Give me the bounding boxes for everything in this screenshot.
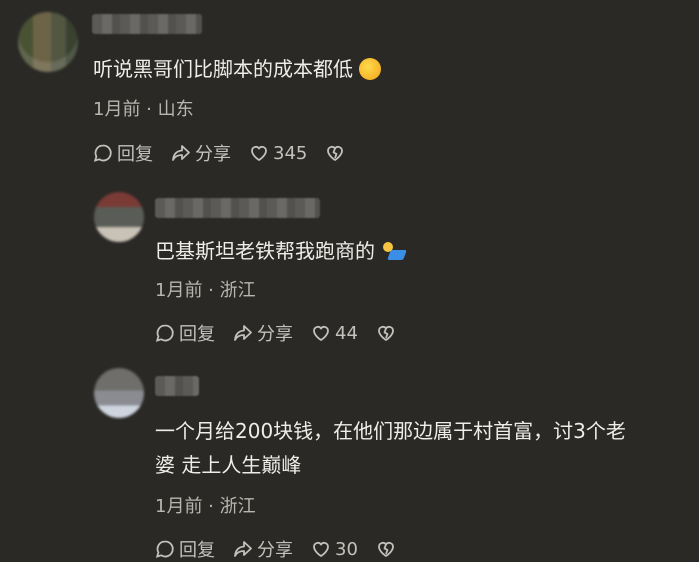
comment-text: 听说黑哥们比脚本的成本都低 [93, 52, 381, 86]
reply-button[interactable]: 回复 [155, 536, 215, 562]
reply-label: 回复 [117, 144, 153, 165]
share-arrow-icon [234, 541, 252, 557]
avatar[interactable] [94, 192, 144, 242]
username-blurred[interactable] [155, 198, 320, 218]
reply-button[interactable]: 回复 [93, 140, 153, 166]
like-count: 345 [273, 142, 308, 164]
broken-heart-icon [378, 325, 394, 341]
like-button[interactable]: 44 [311, 323, 358, 344]
share-label: 分享 [195, 144, 231, 165]
comment-text-line: 婆 走上人生巅峰 [155, 453, 302, 477]
reply-button[interactable]: 回复 [155, 320, 215, 346]
comment-text-content: 听说黑哥们比脚本的成本都低 [93, 57, 353, 81]
thinking-face-emoji-icon [359, 57, 381, 80]
avatar[interactable] [94, 368, 144, 418]
dislike-button[interactable] [376, 323, 400, 343]
like-count: 44 [335, 322, 358, 344]
comment-text-content: 巴基斯坦老铁帮我跑商的 [155, 239, 375, 263]
comment-bubble-icon [155, 540, 174, 558]
broken-heart-icon [327, 145, 344, 161]
share-button[interactable]: 分享 [171, 140, 231, 166]
like-count: 30 [335, 538, 358, 560]
comment-meta: 1月前 · 山东 [93, 99, 194, 120]
share-label: 分享 [257, 324, 293, 345]
heart-icon [251, 145, 267, 162]
like-button[interactable]: 345 [249, 143, 307, 164]
comment-actions: 回复 分享 30 [155, 536, 418, 562]
comment-actions: 回复 分享 345 [93, 140, 367, 166]
running-person-emoji-icon [381, 240, 405, 262]
like-button[interactable]: 30 [311, 539, 358, 560]
comment-text: 一个月给200块钱，在他们那边属于村首富，讨3个老 婆 走上人生巅峰 [155, 414, 626, 482]
share-label: 分享 [257, 540, 293, 561]
broken-heart-icon [378, 541, 394, 557]
comment-meta: 1月前 · 浙江 [155, 280, 256, 301]
comment-actions: 回复 分享 44 [155, 320, 418, 346]
reply-label: 回复 [179, 540, 215, 561]
dislike-button[interactable] [376, 539, 400, 559]
comment-bubble-icon [155, 324, 174, 342]
username-blurred[interactable] [155, 376, 199, 396]
share-button[interactable]: 分享 [233, 320, 293, 346]
comment-meta: 1月前 · 浙江 [155, 496, 256, 517]
username-blurred[interactable] [92, 14, 202, 34]
reply-label: 回复 [179, 324, 215, 345]
share-arrow-icon [172, 145, 190, 161]
dislike-button[interactable] [325, 143, 349, 163]
heart-icon [313, 325, 329, 342]
avatar[interactable] [18, 12, 78, 72]
heart-icon [313, 541, 329, 558]
comment-text: 巴基斯坦老铁帮我跑商的 [155, 234, 405, 268]
share-arrow-icon [234, 325, 252, 341]
comment-text-line: 一个月给200块钱，在他们那边属于村首富，讨3个老 [155, 419, 626, 443]
comment-bubble-icon [93, 144, 112, 162]
share-button[interactable]: 分享 [233, 536, 293, 562]
